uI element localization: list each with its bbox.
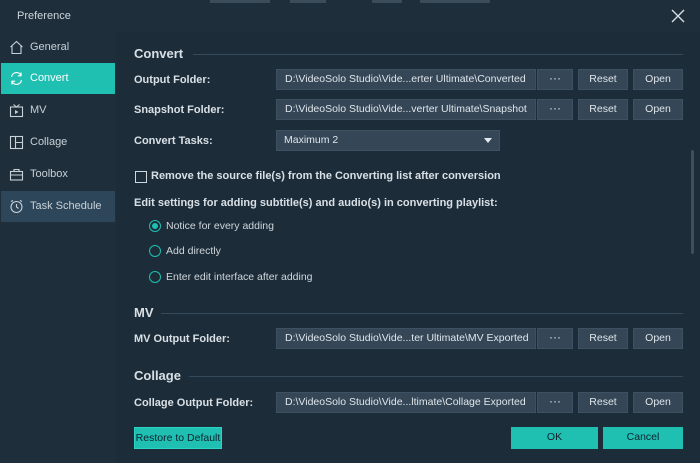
remove-source-checkbox[interactable]: [135, 171, 147, 183]
radio-label[interactable]: Notice for every adding: [166, 220, 274, 232]
close-button[interactable]: [668, 6, 688, 26]
collage-output-folder-label: Collage Output Folder:: [134, 397, 254, 409]
toolbox-icon: [9, 168, 24, 181]
open-collage-folder-button[interactable]: Open: [633, 392, 683, 413]
convert-icon: [10, 72, 23, 85]
edit-settings-label: Edit settings for adding subtitle(s) and…: [134, 197, 498, 209]
decor-mark: [210, 0, 270, 3]
snapshot-folder-path[interactable]: D:\VideoSolo Studio\Vide...verter Ultima…: [276, 99, 536, 120]
sidebar: General Convert MV Collage Toolbox Task …: [0, 32, 116, 463]
sidebar-item-collage[interactable]: Collage: [1, 127, 115, 158]
sidebar-item-label: Task Schedule: [30, 200, 102, 212]
sidebar-item-convert[interactable]: Convert: [1, 63, 115, 94]
radio-notice-every-adding[interactable]: [149, 220, 161, 232]
mv-output-folder-label: MV Output Folder:: [134, 333, 230, 345]
reset-output-folder-button[interactable]: Reset: [578, 69, 628, 90]
section-title-convert: Convert: [134, 46, 184, 61]
home-icon: [10, 40, 23, 55]
decor-mark: [372, 0, 402, 3]
sidebar-item-label: MV: [30, 104, 47, 116]
reset-mv-folder-button[interactable]: Reset: [578, 328, 628, 349]
convert-tasks-label: Convert Tasks:: [134, 135, 213, 147]
collage-icon: [9, 135, 24, 150]
close-icon: [671, 9, 685, 23]
section-divider: [189, 376, 683, 377]
decor-mark: [420, 0, 490, 3]
section-divider: [193, 54, 683, 55]
section-title-collage: Collage: [134, 368, 181, 383]
sidebar-item-general[interactable]: General: [1, 32, 115, 63]
radio-enter-edit-interface[interactable]: [149, 271, 161, 283]
open-output-folder-button[interactable]: Open: [633, 69, 683, 90]
convert-tasks-value: Maximum 2: [284, 134, 339, 146]
scrollbar[interactable]: [691, 150, 694, 254]
section-divider: [161, 313, 683, 314]
browse-mv-folder-button[interactable]: ···: [537, 328, 573, 349]
radio-label[interactable]: Enter edit interface after adding: [166, 271, 313, 283]
mv-icon: [9, 104, 24, 118]
restore-default-button[interactable]: Restore to Default: [134, 427, 222, 449]
snapshot-folder-label: Snapshot Folder:: [134, 104, 225, 116]
clock-icon: [10, 200, 23, 214]
browse-output-folder-button[interactable]: ···: [537, 69, 573, 90]
chevron-down-icon: [484, 138, 492, 143]
convert-tasks-select[interactable]: Maximum 2: [276, 130, 500, 151]
browse-collage-folder-button[interactable]: ···: [537, 392, 573, 413]
sidebar-item-label: General: [30, 41, 70, 53]
sidebar-item-label: Convert: [30, 72, 69, 84]
collage-output-folder-path[interactable]: D:\VideoSolo Studio\Vide...ltimate\Colla…: [276, 392, 536, 413]
output-folder-path[interactable]: D:\VideoSolo Studio\Vide...erter Ultimat…: [276, 69, 536, 90]
browse-snapshot-folder-button[interactable]: ···: [537, 99, 573, 120]
section-title-mv: MV: [134, 305, 154, 320]
ok-button[interactable]: OK: [511, 427, 598, 449]
remove-source-label[interactable]: Remove the source file(s) from the Conve…: [151, 170, 501, 182]
mv-output-folder-path[interactable]: D:\VideoSolo Studio\Vide...ter Ultimate\…: [276, 328, 536, 349]
sidebar-item-label: Toolbox: [30, 168, 68, 180]
settings-panel: Convert Output Folder: D:\VideoSolo Stud…: [117, 32, 700, 463]
output-folder-label: Output Folder:: [134, 74, 211, 86]
open-snapshot-folder-button[interactable]: Open: [633, 99, 683, 120]
radio-label[interactable]: Add directly: [166, 245, 221, 257]
decor-mark: [290, 0, 326, 3]
reset-snapshot-folder-button[interactable]: Reset: [578, 99, 628, 120]
sidebar-item-toolbox[interactable]: Toolbox: [1, 159, 115, 190]
sidebar-item-label: Collage: [30, 136, 68, 148]
sidebar-item-task-schedule[interactable]: Task Schedule: [1, 191, 115, 222]
sidebar-item-mv[interactable]: MV: [1, 95, 115, 126]
window-title: Preference: [17, 10, 71, 22]
title-bar: Preference: [0, 0, 700, 32]
open-mv-folder-button[interactable]: Open: [633, 328, 683, 349]
reset-collage-folder-button[interactable]: Reset: [578, 392, 628, 413]
cancel-button[interactable]: Cancel: [603, 427, 683, 449]
radio-add-directly[interactable]: [149, 245, 161, 257]
